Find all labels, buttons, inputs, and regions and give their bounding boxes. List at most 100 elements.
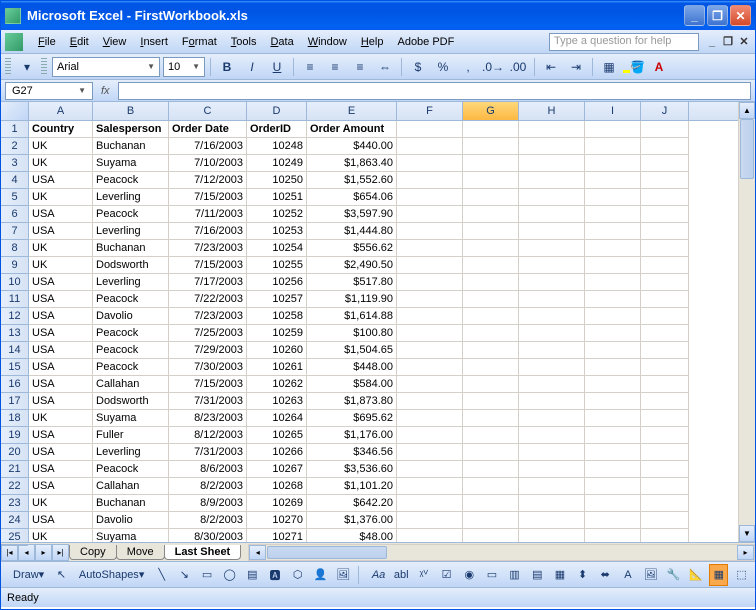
cell-D2[interactable]: 10248 bbox=[247, 138, 307, 155]
cell-D10[interactable]: 10256 bbox=[247, 274, 307, 291]
column-header-H[interactable]: H bbox=[519, 102, 585, 120]
cell-I24[interactable] bbox=[585, 512, 641, 529]
column-header-B[interactable]: B bbox=[93, 102, 169, 120]
font-size-select[interactable]: 10 ▼ bbox=[163, 57, 205, 77]
cell-D24[interactable]: 10270 bbox=[247, 512, 307, 529]
cell-B6[interactable]: Peacock bbox=[93, 206, 169, 223]
cell-F14[interactable] bbox=[397, 342, 463, 359]
cell-B10[interactable]: Leverling bbox=[93, 274, 169, 291]
cell-D1[interactable]: OrderID bbox=[247, 121, 307, 138]
cell-I4[interactable] bbox=[585, 172, 641, 189]
cell-C14[interactable]: 7/29/2003 bbox=[169, 342, 247, 359]
cell-B8[interactable]: Buchanan bbox=[93, 240, 169, 257]
cell-B5[interactable]: Leverling bbox=[93, 189, 169, 206]
cell-G17[interactable] bbox=[463, 393, 519, 410]
cell-B18[interactable]: Suyama bbox=[93, 410, 169, 427]
cell-I2[interactable] bbox=[585, 138, 641, 155]
cell-C9[interactable]: 7/15/2003 bbox=[169, 257, 247, 274]
cell-E5[interactable]: $654.06 bbox=[307, 189, 397, 206]
cell-F10[interactable] bbox=[397, 274, 463, 291]
column-header-A[interactable]: A bbox=[29, 102, 93, 120]
cell-E16[interactable]: $584.00 bbox=[307, 376, 397, 393]
cell-F3[interactable] bbox=[397, 155, 463, 172]
cell-F4[interactable] bbox=[397, 172, 463, 189]
cell-G24[interactable] bbox=[463, 512, 519, 529]
cell-G18[interactable] bbox=[463, 410, 519, 427]
cell-F2[interactable] bbox=[397, 138, 463, 155]
bold-button[interactable]: B bbox=[216, 56, 238, 78]
column-header-D[interactable]: D bbox=[247, 102, 307, 120]
cell-E21[interactable]: $3,536.60 bbox=[307, 461, 397, 478]
cell-G1[interactable] bbox=[463, 121, 519, 138]
cell-D15[interactable]: 10261 bbox=[247, 359, 307, 376]
name-box[interactable]: G27 ▼ bbox=[5, 82, 93, 100]
cell-G20[interactable] bbox=[463, 444, 519, 461]
cell-I13[interactable] bbox=[585, 325, 641, 342]
cell-A2[interactable]: UK bbox=[29, 138, 93, 155]
active-tool-button[interactable]: ▦ bbox=[709, 564, 728, 586]
menu-format[interactable]: Format bbox=[175, 34, 224, 50]
cell-H16[interactable] bbox=[519, 376, 585, 393]
row-header-5[interactable]: 5 bbox=[1, 189, 28, 206]
cell-G23[interactable] bbox=[463, 495, 519, 512]
hscroll-thumb[interactable] bbox=[267, 546, 387, 559]
scroll-thumb[interactable] bbox=[740, 119, 754, 179]
row-header-18[interactable]: 18 bbox=[1, 410, 28, 427]
cell-E17[interactable]: $1,873.80 bbox=[307, 393, 397, 410]
cell-F25[interactable] bbox=[397, 529, 463, 542]
font-select[interactable]: Arial ▼ bbox=[52, 57, 160, 77]
cell-H19[interactable] bbox=[519, 427, 585, 444]
tab-nav-first[interactable]: |◂ bbox=[1, 544, 18, 561]
cell-G16[interactable] bbox=[463, 376, 519, 393]
cell-A24[interactable]: USA bbox=[29, 512, 93, 529]
row-header-22[interactable]: 22 bbox=[1, 478, 28, 495]
cell-E9[interactable]: $2,490.50 bbox=[307, 257, 397, 274]
cell-A22[interactable]: USA bbox=[29, 478, 93, 495]
scroll-down-arrow[interactable]: ▼ bbox=[739, 525, 755, 542]
cell-A16[interactable]: USA bbox=[29, 376, 93, 393]
picture-button[interactable]: 🖼 bbox=[334, 564, 353, 586]
column-header-I[interactable]: I bbox=[585, 102, 641, 120]
cell-E8[interactable]: $556.62 bbox=[307, 240, 397, 257]
row-header-7[interactable]: 7 bbox=[1, 223, 28, 240]
cell-D4[interactable]: 10250 bbox=[247, 172, 307, 189]
column-header-G[interactable]: G bbox=[463, 102, 519, 120]
rectangle-button[interactable]: ▭ bbox=[198, 564, 217, 586]
cell-E12[interactable]: $1,614.88 bbox=[307, 308, 397, 325]
cell-B21[interactable]: Peacock bbox=[93, 461, 169, 478]
cell-H22[interactable] bbox=[519, 478, 585, 495]
cell-D23[interactable]: 10269 bbox=[247, 495, 307, 512]
cell-B1[interactable]: Salesperson bbox=[93, 121, 169, 138]
cell-B11[interactable]: Peacock bbox=[93, 291, 169, 308]
cell-H25[interactable] bbox=[519, 529, 585, 542]
horizontal-scrollbar[interactable]: ◂ ▸ bbox=[248, 544, 755, 561]
cell-J13[interactable] bbox=[641, 325, 689, 342]
formula-input[interactable] bbox=[118, 82, 751, 100]
cell-G21[interactable] bbox=[463, 461, 519, 478]
cell-C21[interactable]: 8/6/2003 bbox=[169, 461, 247, 478]
cell-A25[interactable]: UK bbox=[29, 529, 93, 542]
scrollbar-button[interactable]: ⬌ bbox=[596, 564, 615, 586]
cell-B17[interactable]: Dodsworth bbox=[93, 393, 169, 410]
row-header-8[interactable]: 8 bbox=[1, 240, 28, 257]
cell-I21[interactable] bbox=[585, 461, 641, 478]
cell-B15[interactable]: Peacock bbox=[93, 359, 169, 376]
cell-F5[interactable] bbox=[397, 189, 463, 206]
menu-adobe-pdf[interactable]: Adobe PDF bbox=[390, 34, 461, 50]
cell-G19[interactable] bbox=[463, 427, 519, 444]
label-button[interactable]: A bbox=[619, 564, 638, 586]
select-objects-button[interactable]: ↖ bbox=[52, 564, 71, 586]
cell-C1[interactable]: Order Date bbox=[169, 121, 247, 138]
tab-nav-prev[interactable]: ◂ bbox=[18, 544, 35, 561]
cell-B14[interactable]: Peacock bbox=[93, 342, 169, 359]
cell-I5[interactable] bbox=[585, 189, 641, 206]
cell-A10[interactable]: USA bbox=[29, 274, 93, 291]
cell-G5[interactable] bbox=[463, 189, 519, 206]
cell-E24[interactable]: $1,376.00 bbox=[307, 512, 397, 529]
cell-F13[interactable] bbox=[397, 325, 463, 342]
menu-help[interactable]: Help bbox=[354, 34, 391, 50]
cell-J9[interactable] bbox=[641, 257, 689, 274]
cell-G25[interactable] bbox=[463, 529, 519, 542]
decrease-indent-button[interactable]: ⇤ bbox=[540, 56, 562, 78]
cell-H7[interactable] bbox=[519, 223, 585, 240]
